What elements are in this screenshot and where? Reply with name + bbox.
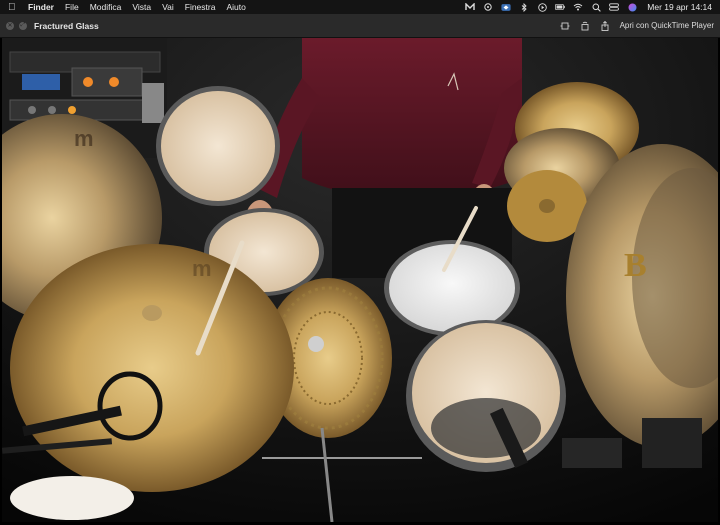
- ride-cymbal: m: [10, 244, 294, 492]
- malwarebytes-icon[interactable]: [465, 3, 475, 11]
- window-title: Fractured Glass: [34, 20, 99, 31]
- control-center-icon[interactable]: [609, 3, 620, 11]
- status-area: Mer 19 apr 14:14: [465, 2, 712, 12]
- fullscreen-button[interactable]: ⤢: [19, 21, 27, 30]
- rotate-button[interactable]: [580, 21, 590, 31]
- menu-app-finder[interactable]: Finder: [28, 2, 54, 12]
- wifi-icon[interactable]: [573, 3, 583, 11]
- meinl-logo-large: m: [192, 256, 212, 281]
- battery-icon[interactable]: [555, 3, 566, 11]
- play-icon[interactable]: [537, 2, 547, 12]
- bluetooth-icon[interactable]: [519, 2, 529, 12]
- meinl-logo-small: m: [74, 126, 94, 151]
- open-with-quicktime-button[interactable]: Apri con QuickTime Player: [620, 21, 714, 30]
- titlebar-actions: Apri con QuickTime Player: [560, 20, 714, 31]
- menu-aiuto[interactable]: Aiuto: [226, 2, 245, 12]
- rotate-icon: [581, 21, 589, 30]
- share-button[interactable]: [600, 20, 610, 31]
- close-button[interactable]: ✕: [6, 21, 14, 30]
- menu-vista[interactable]: Vista: [132, 2, 151, 12]
- share-icon: [601, 20, 609, 31]
- video-player[interactable]: m m B: [2, 38, 718, 522]
- expand-icon: ⤢: [20, 22, 26, 28]
- siri-icon[interactable]: [627, 3, 637, 11]
- rack-tom-left: [156, 86, 280, 206]
- menu-bar:  Finder File Modifica Vista Vai Finestr…: [0, 0, 720, 14]
- menubar-clock[interactable]: Mer 19 apr 14:14: [647, 2, 712, 12]
- search-icon[interactable]: [591, 3, 601, 12]
- menu-finestra[interactable]: Finestra: [185, 2, 216, 12]
- close-icon: ✕: [7, 23, 13, 29]
- byzance-logo: B: [624, 247, 647, 284]
- floor-tom: [406, 320, 566, 472]
- menu-vai[interactable]: Vai: [162, 2, 174, 12]
- trim-button[interactable]: [560, 21, 570, 31]
- quicklook-titlebar: ✕ ⤢ Fractured Glass Apri con QuickTime P…: [0, 14, 720, 38]
- menu-file[interactable]: File: [65, 2, 79, 12]
- trim-icon: [560, 22, 570, 29]
- cloud-icon[interactable]: [483, 3, 493, 11]
- menu-modifica[interactable]: Modifica: [90, 2, 122, 12]
- apple-icon[interactable]: : [8, 2, 18, 13]
- drum-kit-video-frame: m m B: [2, 38, 718, 522]
- dropbox-icon[interactable]: [501, 3, 511, 11]
